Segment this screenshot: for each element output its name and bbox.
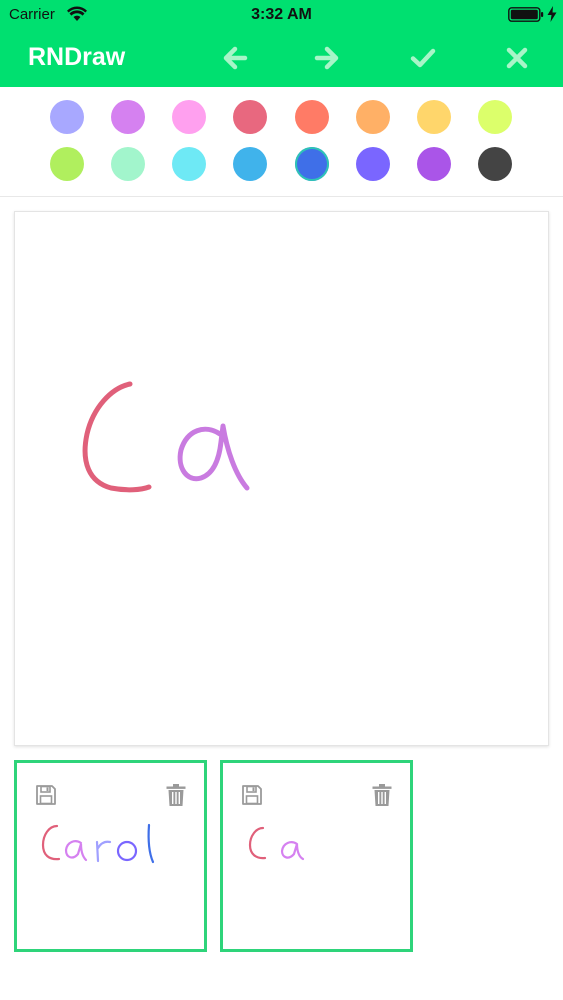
save-drawing-button[interactable]: [408, 43, 438, 73]
color-swatch[interactable]: [478, 100, 512, 134]
undo-button[interactable]: [220, 43, 250, 73]
trash-icon[interactable]: [370, 783, 394, 807]
battery-icon: [508, 7, 544, 22]
stroke-letter-c: [82, 381, 152, 493]
arrow-right-icon: [314, 46, 339, 70]
color-palette: [0, 87, 563, 197]
saved-drawing-card[interactable]: [220, 760, 413, 952]
thumbnail-drawing: [41, 823, 155, 864]
color-swatch[interactable]: [172, 100, 206, 134]
trash-icon[interactable]: [164, 783, 188, 807]
color-swatch[interactable]: [356, 100, 390, 134]
color-swatch[interactable]: [233, 100, 267, 134]
charging-bolt-icon: [547, 6, 557, 22]
thumbnail-drawing: [248, 826, 305, 861]
drawing-canvas[interactable]: [14, 211, 549, 746]
color-swatch[interactable]: [417, 147, 451, 181]
canvas-strokes: [82, 381, 250, 493]
save-icon[interactable]: [240, 783, 264, 807]
nav-bar: RNDraw: [0, 30, 563, 87]
app-title: RNDraw: [28, 43, 126, 71]
redo-button[interactable]: [312, 43, 342, 73]
checkmark-icon: [410, 48, 436, 68]
saved-drawing-card[interactable]: [14, 760, 207, 952]
color-swatch[interactable]: [417, 100, 451, 134]
color-swatch[interactable]: [111, 100, 145, 134]
color-swatch[interactable]: [356, 147, 390, 181]
color-swatch[interactable]: [295, 100, 329, 134]
arrow-left-icon: [223, 46, 248, 70]
clear-canvas-button[interactable]: [502, 43, 532, 73]
color-swatch[interactable]: [172, 147, 206, 181]
color-swatch[interactable]: [50, 100, 84, 134]
color-swatch[interactable]: [295, 147, 329, 181]
save-icon[interactable]: [34, 783, 58, 807]
color-swatch[interactable]: [478, 147, 512, 181]
status-time: 3:32 AM: [251, 6, 312, 23]
color-swatch[interactable]: [111, 147, 145, 181]
close-icon: [506, 47, 528, 69]
color-swatch[interactable]: [233, 147, 267, 181]
stroke-letter-a: [177, 423, 250, 491]
status-bar: Carrier 3:32 AM: [0, 0, 563, 30]
color-swatch[interactable]: [50, 147, 84, 181]
